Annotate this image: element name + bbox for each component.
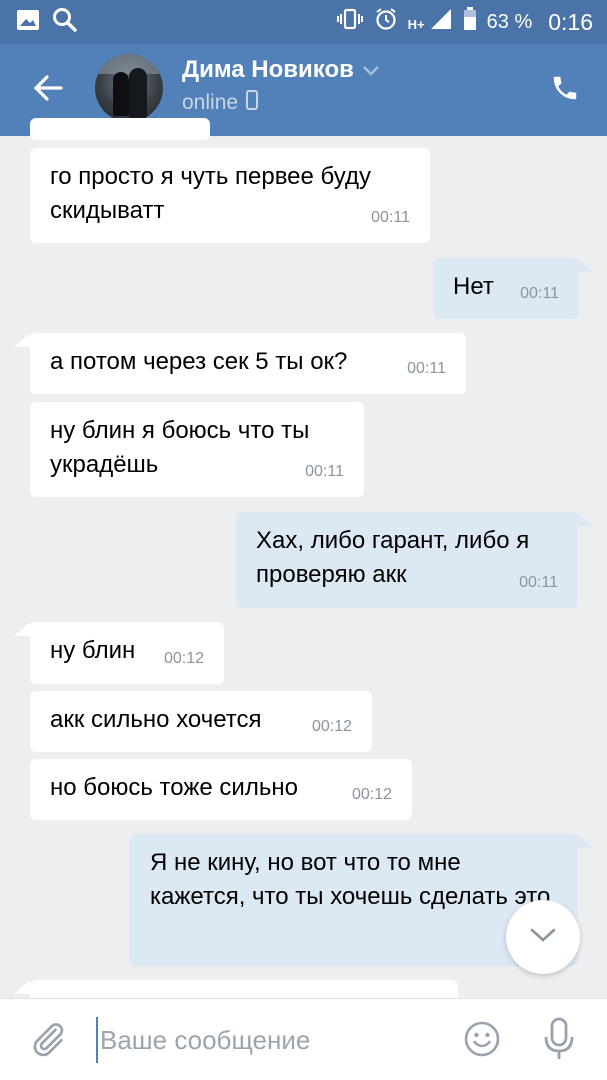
contact-status: online (182, 91, 239, 114)
message-partial-top (30, 118, 210, 140)
clock-time: 0:16 (548, 8, 593, 35)
emoji-button[interactable] (462, 1019, 502, 1059)
bubble-tail (577, 258, 593, 272)
battery-icon (463, 7, 477, 37)
alarm-icon (374, 7, 398, 37)
message-time: 00:12 (311, 718, 352, 735)
message-text: Я не кину, но вот что то мне кажется, чт… (150, 849, 551, 910)
vibrate-icon (336, 8, 364, 36)
signal-icon (429, 7, 453, 37)
scroll-down-button[interactable] (506, 900, 580, 974)
call-button[interactable] (545, 70, 585, 110)
message-text: Хах, либо гарант, либо я проверяю акк (256, 527, 530, 588)
message-outgoing[interactable]: Хах, либо гарант, либо я проверяю акк 00… (236, 512, 578, 608)
bubble-tail (14, 622, 30, 636)
message-incoming[interactable]: го просто я чуть первее буду скидыватт 0… (30, 148, 430, 243)
message-incoming[interactable]: ну блин я боюсь что ты украдёшь 00:11 (30, 402, 364, 497)
chevron-down-icon (362, 56, 380, 84)
bubble-tail (14, 333, 30, 347)
phone-icon (550, 73, 580, 108)
message-composer (0, 998, 607, 1080)
back-arrow-icon (33, 74, 63, 107)
bubble-tail (14, 980, 30, 994)
message-time: 00:12 (163, 650, 204, 667)
status-bar: H+ 63 % 0:16 (0, 0, 607, 44)
message-incoming[interactable]: ну блин 00:12 (30, 622, 224, 684)
mic-icon (541, 1017, 577, 1065)
message-text: но боюсь тоже сильно (50, 774, 298, 801)
contact-title[interactable]: Дима Новиков online (182, 56, 380, 116)
bubble-tail (577, 834, 593, 848)
attach-button[interactable] (28, 1019, 68, 1059)
chevron-down-icon (529, 927, 557, 948)
emoji-icon (462, 1021, 502, 1063)
search-icon (52, 7, 78, 38)
message-time: 00:11 (407, 360, 446, 377)
message-incoming[interactable]: но боюсь тоже сильно 00:12 (30, 759, 412, 820)
voice-message-button[interactable] (541, 1017, 577, 1061)
mobile-icon (246, 90, 259, 116)
message-time: 00:11 (519, 574, 558, 591)
message-incoming[interactable]: акк сильно хочется 00:12 (30, 691, 372, 752)
message-input[interactable] (96, 1017, 436, 1063)
message-text: акк сильно хочется (50, 706, 262, 733)
attach-icon (28, 1023, 68, 1063)
message-text: а потом через сек 5 ты ок? (50, 348, 348, 375)
contact-name: Дима Новиков (182, 56, 354, 83)
message-time: 00:12 (351, 786, 392, 803)
network-type: H+ (407, 17, 425, 32)
avatar[interactable] (95, 54, 163, 122)
message-time: 00:11 (305, 463, 344, 480)
message-time: 00:11 (371, 209, 410, 226)
message-time: 00:11 (520, 285, 559, 302)
bubble-tail (577, 512, 593, 526)
message-incoming[interactable]: а потом через сек 5 ты ок? 00:11 (30, 333, 466, 394)
battery-percent: 63 % (486, 10, 533, 33)
gallery-icon (16, 9, 40, 36)
message-outgoing[interactable]: Нет 00:11 (433, 258, 579, 319)
message-text: го просто я чуть первее буду скидыватт (50, 163, 371, 224)
message-text: ну блин я боюсь что ты украдёшь (50, 417, 310, 478)
